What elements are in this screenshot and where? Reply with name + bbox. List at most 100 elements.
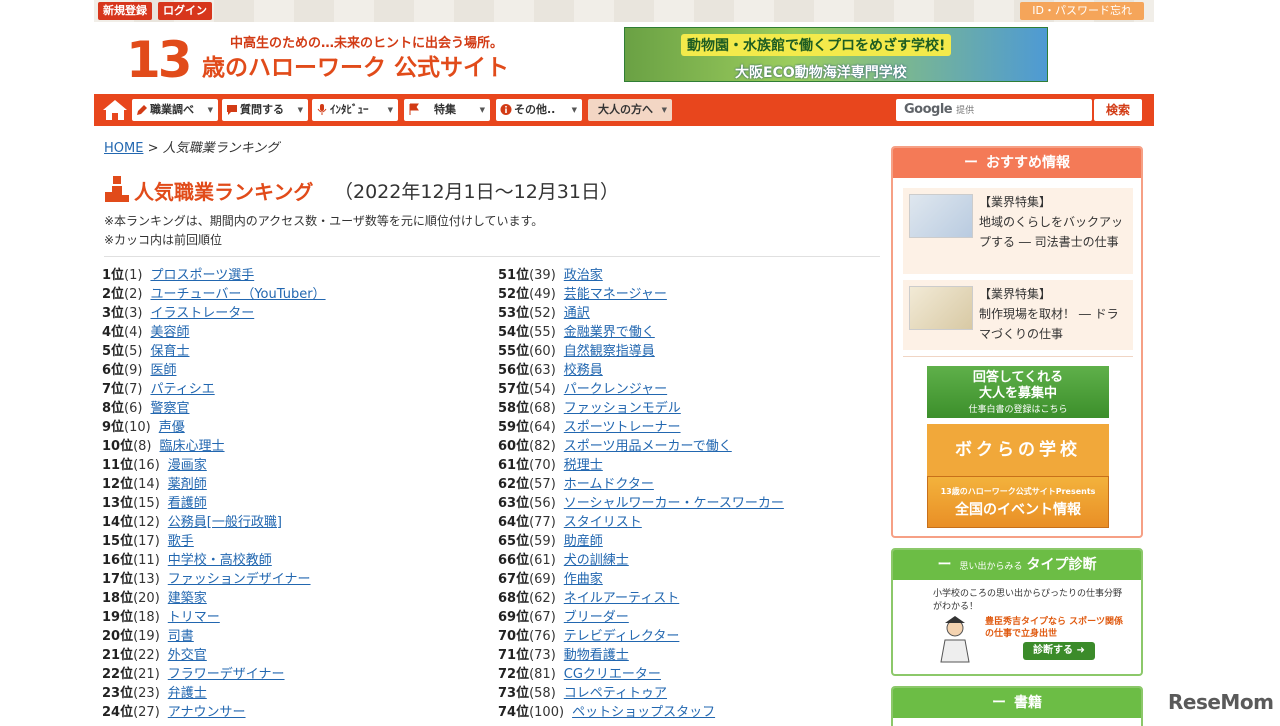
rank-position: 69位 xyxy=(498,610,530,625)
search-provider-label: 提供 xyxy=(956,106,975,116)
microphone-icon xyxy=(317,104,327,115)
recommend-title: おすすめ情報 xyxy=(986,155,1070,171)
job-link[interactable]: CGクリエーター xyxy=(564,667,661,682)
job-link[interactable]: アナウンサー xyxy=(168,705,246,720)
job-link[interactable]: 臨床心理士 xyxy=(160,439,225,454)
pencil-icon xyxy=(137,105,147,115)
job-link[interactable]: ファッションデザイナー xyxy=(168,572,311,587)
job-link[interactable]: イラストレーター xyxy=(150,306,254,321)
job-link[interactable]: 警察官 xyxy=(150,401,189,416)
job-link[interactable]: 看護師 xyxy=(168,496,207,511)
job-link[interactable]: 薬剤師 xyxy=(168,477,207,492)
job-link[interactable]: フラワーデザイナー xyxy=(168,667,285,682)
our-school-banner[interactable]: ボクらの学校 xyxy=(927,424,1109,476)
job-link[interactable]: 金融業界で働く xyxy=(564,325,655,340)
recommend-item[interactable]: 【業界特集】 制作現場を取材！ ― ドラマづくりの仕事 xyxy=(903,280,1133,350)
ranking-row: 64位(77) スタイリスト xyxy=(498,513,784,532)
job-link[interactable]: 犬の訓練士 xyxy=(564,553,629,568)
job-link[interactable]: 外交官 xyxy=(168,648,207,663)
job-link[interactable]: 政治家 xyxy=(564,268,603,283)
rank-previous: (22) xyxy=(133,648,160,663)
site-logo[interactable]: 13 中高生のための…未来のヒントに出会う場所。 歳のハローワーク 公式サイト xyxy=(126,28,526,90)
rank-position: 23位 xyxy=(102,686,134,701)
rank-previous: (58) xyxy=(529,686,556,701)
job-link[interactable]: ホームドクター xyxy=(564,477,654,492)
job-link[interactable]: 声優 xyxy=(159,420,185,435)
rank-position: 13位 xyxy=(102,496,134,511)
job-link[interactable]: プロスポーツ選手 xyxy=(150,268,254,283)
job-link[interactable]: 校務員 xyxy=(564,363,603,378)
job-link[interactable]: 歌手 xyxy=(168,534,194,549)
ranking-row: 73位(58) コレペティトゥア xyxy=(498,684,784,703)
job-link[interactable]: スポーツ用品メーカーで働く xyxy=(564,439,732,454)
job-link[interactable]: 漫画家 xyxy=(168,458,207,473)
job-link[interactable]: コレペティトゥア xyxy=(564,686,667,701)
job-link[interactable]: 中学校・高校教師 xyxy=(168,553,272,568)
job-link[interactable]: 医師 xyxy=(150,363,176,378)
nav-adults[interactable]: 大人の方へ xyxy=(588,99,672,121)
ranking-row: 4位(4) 美容師 xyxy=(102,323,326,342)
job-link[interactable]: 通訳 xyxy=(564,306,590,321)
breadcrumb-home-link[interactable]: HOME xyxy=(104,141,143,156)
nav-feature[interactable]: 特集 xyxy=(404,99,490,121)
rank-position: 4位 xyxy=(102,325,125,340)
job-link[interactable]: 助産師 xyxy=(564,534,603,549)
home-icon[interactable] xyxy=(102,98,128,122)
ranking-row: 65位(59) 助産師 xyxy=(498,532,784,551)
books-box: ー書籍 xyxy=(891,686,1143,726)
rank-position: 62位 xyxy=(498,477,530,492)
rank-previous: (5) xyxy=(124,344,143,359)
rank-previous: (27) xyxy=(133,705,160,720)
forgot-password-button[interactable]: ID・パスワード忘れ xyxy=(1020,2,1144,20)
job-link[interactable]: 美容師 xyxy=(150,325,189,340)
event-info-banner[interactable]: 13歳のハローワーク公式サイトPresents 全国のイベント情報 xyxy=(927,476,1109,528)
rank-previous: (3) xyxy=(124,306,143,321)
job-link[interactable]: 弁護士 xyxy=(168,686,207,701)
recommend-item[interactable]: 【業界特集】 地域のくらしをバックアップする ― 司法書士の仕事 xyxy=(903,188,1133,274)
rank-previous: (17) xyxy=(133,534,160,549)
nav-jobs[interactable]: 職業調べ xyxy=(132,99,218,121)
job-link[interactable]: パークレンジャー xyxy=(564,382,667,397)
type-diagnosis-title: タイプ診断 xyxy=(1026,557,1097,573)
job-link[interactable]: パティシエ xyxy=(150,382,214,397)
job-link[interactable]: 税理士 xyxy=(564,458,603,473)
job-link[interactable]: 建築家 xyxy=(168,591,207,606)
nav-other[interactable]: その他.. xyxy=(496,99,582,121)
podium-icon xyxy=(105,176,129,202)
job-link[interactable]: 動物看護士 xyxy=(564,648,629,663)
type-diagnosis-header: ー思い出からみる タイプ診断 xyxy=(893,550,1141,580)
job-link[interactable]: 司書 xyxy=(168,629,194,644)
search-input[interactable]: Google 提供 xyxy=(896,99,1092,121)
job-link[interactable]: スタイリスト xyxy=(564,515,642,530)
job-link[interactable]: ソーシャルワーカー・ケースワーカー xyxy=(564,496,784,511)
job-link[interactable]: 保育士 xyxy=(150,344,189,359)
job-link[interactable]: 公務員[一般行政職] xyxy=(168,515,282,530)
header-ad-banner[interactable]: 動物園・水族館で働くプロをめざす学校! 大阪ECO動物海洋専門学校 xyxy=(624,27,1048,82)
job-link[interactable]: 芸能マネージャー xyxy=(564,287,667,302)
job-link[interactable]: ファッションモデル xyxy=(564,401,681,416)
ranking-row: 58位(68) ファッションモデル xyxy=(498,399,784,418)
job-link[interactable]: トリマー xyxy=(168,610,220,625)
ranking-row: 53位(52) 通訳 xyxy=(498,304,784,323)
job-link[interactable]: テレビディレクター xyxy=(564,629,680,644)
adult-recruit-banner[interactable]: 回答してくれる 大人を募集中 仕事白書の登録はこちら xyxy=(927,366,1109,418)
job-link[interactable]: ブリーダー xyxy=(564,610,629,625)
type-diagnosis-example: 豊臣秀吉タイプなら スポーツ関係の仕事で立身出世 xyxy=(985,617,1123,639)
job-link[interactable]: ユーチューバー（YouTuber） xyxy=(150,287,325,302)
nav-interview[interactable]: ｲﾝﾀﾋﾞｭｰ xyxy=(312,99,398,121)
job-link[interactable]: ネイルアーティスト xyxy=(564,591,679,606)
ranking-row: 1位(1) プロスポーツ選手 xyxy=(102,266,326,285)
diagnose-button[interactable]: 診断する ➜ xyxy=(1023,642,1095,660)
rank-position: 17位 xyxy=(102,572,134,587)
job-link[interactable]: スポーツトレーナー xyxy=(564,420,681,435)
search-button[interactable]: 検索 xyxy=(1094,99,1142,121)
rank-previous: (100) xyxy=(529,705,565,720)
nav-ask[interactable]: 質問する xyxy=(222,99,308,121)
rank-position: 5位 xyxy=(102,344,125,359)
job-link[interactable]: ペットショップスタッフ xyxy=(572,705,715,720)
rank-previous: (15) xyxy=(133,496,160,511)
job-link[interactable]: 自然観察指導員 xyxy=(564,344,655,359)
signup-button[interactable]: 新規登録 xyxy=(98,2,152,20)
job-link[interactable]: 作曲家 xyxy=(564,572,603,587)
login-button[interactable]: ログイン xyxy=(158,2,212,20)
